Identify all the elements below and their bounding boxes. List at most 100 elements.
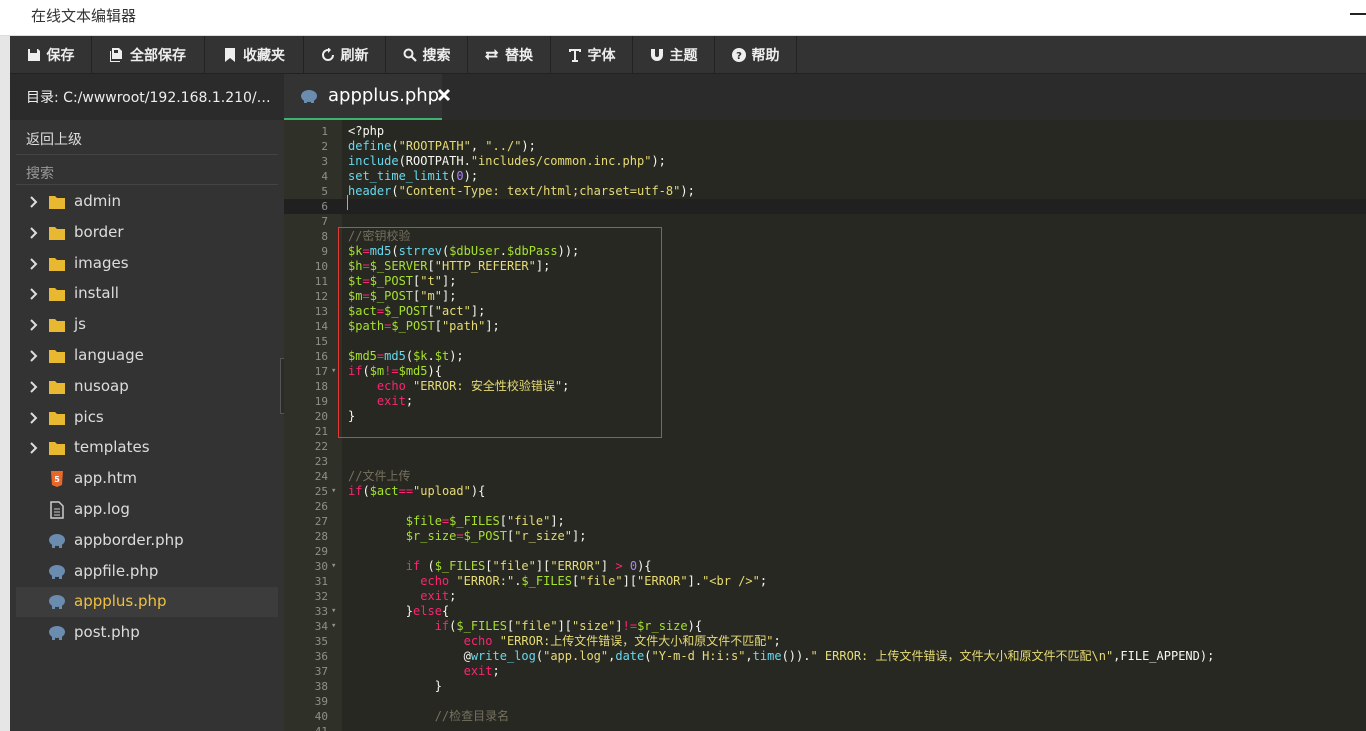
font-button[interactable]: 字体 bbox=[551, 36, 633, 73]
line-number: 1 bbox=[321, 125, 328, 138]
php-elephant-icon bbox=[48, 563, 66, 581]
highlight-annotation-box bbox=[338, 227, 662, 438]
code-line[interactable]: 4 set_time_limit(0); bbox=[284, 169, 1366, 184]
code-line[interactable]: 41 bbox=[284, 724, 1366, 731]
line-number: 19 bbox=[314, 395, 328, 408]
code-line[interactable]: 39 bbox=[284, 694, 1366, 709]
bookmarks-button[interactable]: 收藏夹 bbox=[205, 36, 304, 73]
folder-item-install[interactable]: install bbox=[16, 279, 278, 309]
minimize-button[interactable] bbox=[1348, 6, 1366, 20]
code-line[interactable]: 35 echo "ERROR:上传文件错误，文件大小和原文件不匹配"; bbox=[284, 634, 1366, 649]
code-line[interactable]: 23 bbox=[284, 454, 1366, 469]
code-line[interactable]: 32 exit; bbox=[284, 589, 1366, 604]
code-line[interactable]: 29 bbox=[284, 544, 1366, 559]
toolbar: 保存 全部保存 收藏夹 刷新 搜索 替换 字体 主题 ? 帮助 bbox=[10, 36, 1366, 74]
code-text: if($act=="upload"){ bbox=[348, 484, 486, 498]
folder-item-nusoap[interactable]: nusoap bbox=[16, 372, 278, 402]
code-text: <?php bbox=[348, 124, 385, 138]
line-number: 10 bbox=[314, 260, 328, 273]
replace-button[interactable]: 替换 bbox=[468, 36, 551, 73]
code-line[interactable]: 26 bbox=[284, 499, 1366, 514]
file-item-app-htm[interactable]: 5 app.htm bbox=[16, 464, 278, 494]
code-text: }else{ bbox=[348, 604, 450, 618]
chevron-right-icon[interactable] bbox=[29, 380, 39, 394]
line-number: 13 bbox=[314, 305, 328, 318]
chevron-right-icon[interactable] bbox=[29, 287, 39, 301]
line-number: 18 bbox=[314, 380, 328, 393]
fold-arrow-icon[interactable]: ▾ bbox=[331, 559, 336, 574]
file-item-app-log[interactable]: app.log bbox=[16, 495, 278, 525]
folder-item-js[interactable]: js bbox=[16, 310, 278, 340]
code-line[interactable]: 5 header("Content-Type: text/html;charset… bbox=[284, 184, 1366, 199]
save-all-button[interactable]: 全部保存 bbox=[92, 36, 205, 73]
code-line[interactable]: 34 ▾ if($_FILES["file"]["size"]!=$r_size)… bbox=[284, 619, 1366, 634]
fold-arrow-icon[interactable]: ▾ bbox=[331, 619, 336, 634]
code-line[interactable]: 2 define("ROOTPATH", "../"); bbox=[284, 139, 1366, 154]
code-line[interactable]: 31 echo "ERROR:".$_FILES["file"]["ERROR"… bbox=[284, 574, 1366, 589]
chevron-right-icon[interactable] bbox=[29, 226, 39, 240]
code-line[interactable]: 24 //文件上传 bbox=[284, 469, 1366, 484]
fold-arrow-icon[interactable]: ▾ bbox=[331, 604, 336, 619]
file-item-appplus-php[interactable]: appplus.php bbox=[16, 587, 278, 618]
sidebar-search[interactable]: 搜索 bbox=[26, 163, 54, 183]
tab-appplus-php[interactable]: appplus.php bbox=[284, 74, 451, 120]
save-icon bbox=[27, 48, 40, 61]
folder-item-admin[interactable]: admin bbox=[16, 187, 278, 217]
help-button[interactable]: ? 帮助 bbox=[715, 36, 797, 73]
line-number: 22 bbox=[314, 440, 328, 453]
code-line[interactable]: 36 @write_log("app.log",date("Y-m-d H:i:… bbox=[284, 649, 1366, 664]
code-line[interactable]: 37 exit; bbox=[284, 664, 1366, 679]
folder-item-language[interactable]: language bbox=[16, 341, 278, 371]
code-line[interactable]: 3 include(ROOTPATH."includes/common.inc.p… bbox=[284, 154, 1366, 169]
line-number: 3 bbox=[321, 155, 328, 168]
line-number: 38 bbox=[314, 680, 328, 693]
code-line[interactable]: 6 bbox=[284, 199, 1366, 214]
folder-item-pics[interactable]: pics bbox=[16, 403, 278, 433]
chevron-right-icon[interactable] bbox=[29, 195, 39, 209]
svg-text:5: 5 bbox=[54, 475, 60, 484]
code-line[interactable]: 28 $r_size=$_POST["r_size"]; bbox=[284, 529, 1366, 544]
refresh-button[interactable]: 刷新 bbox=[304, 36, 386, 73]
code-text: //文件上传 bbox=[348, 469, 411, 483]
file-item-post-php[interactable]: post.php bbox=[16, 618, 278, 648]
chevron-right-icon[interactable] bbox=[29, 257, 39, 271]
search-button[interactable]: 搜索 bbox=[386, 36, 468, 73]
code-line[interactable]: 33 ▾ }else{ bbox=[284, 604, 1366, 619]
chevron-right-icon[interactable] bbox=[29, 411, 39, 425]
magnet-icon bbox=[650, 48, 663, 61]
save-button[interactable]: 保存 bbox=[10, 36, 92, 73]
folder-icon bbox=[48, 378, 66, 396]
php-elephant-icon bbox=[48, 593, 66, 611]
fold-arrow-icon[interactable]: ▾ bbox=[331, 484, 336, 499]
file-item-appborder-php[interactable]: appborder.php bbox=[16, 526, 278, 556]
code-text: exit; bbox=[463, 664, 500, 678]
back-to-parent-link[interactable]: 返回上级 bbox=[26, 129, 82, 149]
folder-item-templates[interactable]: templates bbox=[16, 433, 278, 463]
file-name: pics bbox=[74, 407, 104, 426]
line-number: 12 bbox=[314, 290, 328, 303]
code-text: if ($_FILES["file"]["ERROR"] > 0){ bbox=[405, 559, 652, 573]
code-text: @write_log("app.log",date("Y-m-d H:i:s",… bbox=[348, 649, 1215, 663]
folder-item-border[interactable]: border bbox=[16, 218, 278, 248]
close-icon[interactable] bbox=[436, 87, 452, 103]
code-line[interactable]: 25 ▾ if($act=="upload"){ bbox=[284, 484, 1366, 499]
code-line[interactable]: 30 ▾ if ($_FILES["file"]["ERROR"] > 0){ bbox=[284, 559, 1366, 574]
folder-item-images[interactable]: images bbox=[16, 249, 278, 279]
fold-arrow-icon[interactable]: ▾ bbox=[331, 364, 336, 379]
folder-icon bbox=[48, 439, 66, 457]
code-line[interactable]: 38 } bbox=[284, 679, 1366, 694]
code-line[interactable]: 22 bbox=[284, 439, 1366, 454]
line-number: 9 bbox=[321, 245, 328, 258]
divider bbox=[16, 154, 278, 155]
code-line[interactable]: 1 <?php bbox=[284, 124, 1366, 139]
chevron-right-icon[interactable] bbox=[29, 318, 39, 332]
chevron-right-icon[interactable] bbox=[29, 441, 39, 455]
code-line[interactable]: 40 //检查目录名 bbox=[284, 709, 1366, 724]
line-number: 40 bbox=[314, 710, 328, 723]
chevron-right-icon[interactable] bbox=[29, 349, 39, 363]
theme-button[interactable]: 主题 bbox=[633, 36, 715, 73]
folder-icon bbox=[48, 316, 66, 334]
save-all-icon bbox=[110, 47, 122, 62]
code-line[interactable]: 27 $file=$_FILES["file"]; bbox=[284, 514, 1366, 529]
file-item-appfile-php[interactable]: appfile.php bbox=[16, 557, 278, 587]
